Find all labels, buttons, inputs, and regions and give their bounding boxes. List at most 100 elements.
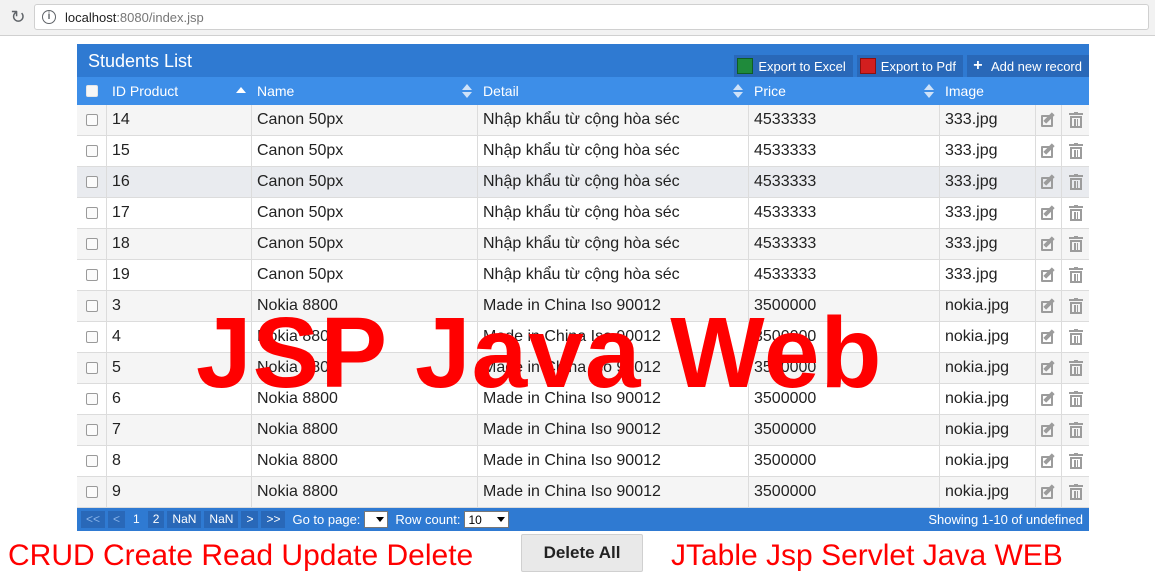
edit-button[interactable] [1036, 415, 1062, 445]
cell-image: 333.jpg [940, 105, 1036, 135]
row-checkbox[interactable] [85, 393, 98, 405]
row-count-label: Row count: [395, 512, 461, 527]
cell-name: Canon 50px [252, 198, 478, 228]
delete-button[interactable] [1062, 136, 1089, 166]
cell-price: 3500000 [749, 415, 940, 445]
last-page-button[interactable]: >> [261, 511, 286, 528]
table-row[interactable]: 4 Nokia 8800 Made in China Iso 90012 350000… [77, 322, 1089, 353]
table-row[interactable]: 8 Nokia 8800 Made in China Iso 90012 350000… [77, 446, 1089, 477]
row-checkbox[interactable] [85, 331, 98, 343]
column-header-price[interactable]: Price [749, 77, 940, 105]
row-checkbox[interactable] [85, 486, 98, 498]
edit-button[interactable] [1036, 167, 1062, 197]
column-header-id[interactable]: ID Product [107, 77, 252, 105]
export-pdf-button[interactable]: Export to Pdf [856, 55, 963, 77]
edit-button[interactable] [1036, 353, 1062, 383]
cell-price: 3500000 [749, 477, 940, 507]
delete-all-button[interactable]: Delete All [521, 534, 643, 572]
cell-id: 8 [107, 446, 252, 476]
goto-page-select[interactable] [364, 511, 389, 528]
delete-button[interactable] [1062, 167, 1089, 197]
browser-toolbar: ↻ i localhost:8080/index.jsp [0, 0, 1155, 36]
next-page-button[interactable]: > [241, 511, 259, 528]
edit-button[interactable] [1036, 105, 1062, 135]
select-all-checkbox[interactable] [86, 85, 98, 97]
row-select-cell [77, 446, 107, 476]
column-header-name[interactable]: Name [252, 77, 478, 105]
edit-button[interactable] [1036, 446, 1062, 476]
delete-button[interactable] [1062, 384, 1089, 414]
table-row[interactable]: 6 Nokia 8800 Made in China Iso 90012 350000… [77, 384, 1089, 415]
column-header-detail[interactable]: Detail [478, 77, 749, 105]
delete-button[interactable] [1062, 322, 1089, 352]
row-select-cell [77, 322, 107, 352]
edit-icon [1041, 235, 1056, 252]
export-excel-button[interactable]: Export to Excel [734, 55, 853, 77]
address-bar[interactable]: i localhost:8080/index.jsp [34, 4, 1149, 30]
row-checkbox[interactable] [85, 176, 98, 188]
table-row[interactable]: 18 Canon 50px Nhập khẩu từ cộng hòa séc 453… [77, 229, 1089, 260]
cell-price: 3500000 [749, 384, 940, 414]
page-button-2[interactable]: 2 [147, 511, 165, 528]
edit-button[interactable] [1036, 136, 1062, 166]
row-checkbox[interactable] [85, 145, 98, 157]
row-checkbox[interactable] [85, 114, 98, 126]
row-count-select[interactable]: 10 [464, 511, 510, 528]
cell-image: nokia.jpg [940, 446, 1036, 476]
reload-icon[interactable]: ↻ [8, 7, 28, 27]
add-record-button[interactable]: + Add new record [966, 55, 1089, 77]
delete-button[interactable] [1062, 105, 1089, 135]
table-row[interactable]: 15 Canon 50px Nhập khẩu từ cộng hòa séc 453… [77, 136, 1089, 167]
first-page-button[interactable]: << [81, 511, 106, 528]
row-checkbox[interactable] [85, 238, 98, 250]
cell-price: 4533333 [749, 167, 940, 197]
table-row[interactable]: 3 Nokia 8800 Made in China Iso 90012 350000… [77, 291, 1089, 322]
cell-name: Nokia 8800 [252, 415, 478, 445]
delete-button[interactable] [1062, 353, 1089, 383]
prev-page-button[interactable]: < [108, 511, 126, 528]
row-checkbox[interactable] [85, 300, 98, 312]
row-checkbox[interactable] [85, 269, 98, 281]
trash-icon [1068, 205, 1083, 221]
trash-icon [1068, 267, 1083, 283]
delete-button[interactable] [1062, 260, 1089, 290]
page-button-3[interactable]: NaN [167, 511, 202, 528]
row-select-cell [77, 105, 107, 135]
cell-detail: Nhập khẩu từ cộng hòa séc [478, 198, 749, 228]
row-checkbox[interactable] [85, 455, 98, 467]
edit-icon [1041, 142, 1056, 159]
table-row[interactable]: 9 Nokia 8800 Made in China Iso 90012 350000… [77, 477, 1089, 508]
delete-button[interactable] [1062, 291, 1089, 321]
edit-icon [1041, 204, 1056, 221]
column-header-image[interactable]: Image [940, 77, 1036, 105]
edit-button[interactable] [1036, 477, 1062, 507]
info-icon[interactable]: i [42, 10, 56, 24]
table-row[interactable]: 14 Canon 50px Nhập khẩu từ cộng hòa séc 453… [77, 105, 1089, 136]
delete-button[interactable] [1062, 415, 1089, 445]
row-checkbox[interactable] [85, 207, 98, 219]
edit-button[interactable] [1036, 198, 1062, 228]
delete-button[interactable] [1062, 477, 1089, 507]
table-row[interactable]: 5 Nokia 8800 Made in China Iso 90012 350000… [77, 353, 1089, 384]
table-row[interactable]: 7 Nokia 8800 Made in China Iso 90012 350000… [77, 415, 1089, 446]
table-row[interactable]: 19 Canon 50px Nhập khẩu từ cộng hòa séc 453… [77, 260, 1089, 291]
trash-icon [1068, 329, 1083, 345]
page-button-4[interactable]: NaN [204, 511, 239, 528]
page-button-1[interactable]: 1 [128, 511, 145, 528]
edit-button[interactable] [1036, 229, 1062, 259]
delete-button[interactable] [1062, 198, 1089, 228]
cell-image: nokia.jpg [940, 322, 1036, 352]
table-row[interactable]: 16 Canon 50px Nhập khẩu từ cộng hòa séc 453… [77, 167, 1089, 198]
edit-button[interactable] [1036, 384, 1062, 414]
chevron-down-icon [497, 517, 506, 522]
table-row[interactable]: 17 Canon 50px Nhập khẩu từ cộng hòa séc 453… [77, 198, 1089, 229]
delete-button[interactable] [1062, 446, 1089, 476]
edit-button[interactable] [1036, 260, 1062, 290]
delete-button[interactable] [1062, 229, 1089, 259]
url-text: localhost:8080/index.jsp [65, 10, 204, 25]
row-checkbox[interactable] [85, 362, 98, 374]
trash-icon [1068, 484, 1083, 500]
edit-button[interactable] [1036, 291, 1062, 321]
edit-button[interactable] [1036, 322, 1062, 352]
row-checkbox[interactable] [85, 424, 98, 436]
